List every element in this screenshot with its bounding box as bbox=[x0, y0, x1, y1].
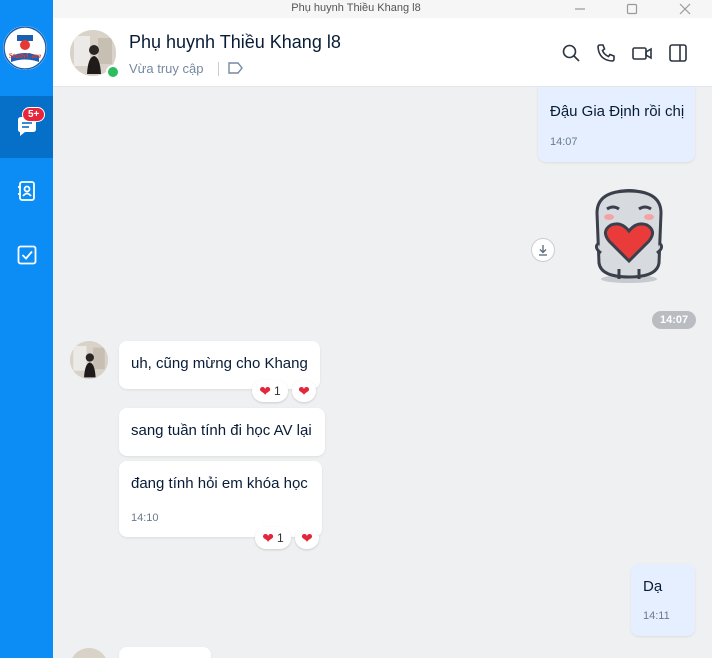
online-status-dot bbox=[106, 65, 120, 79]
message-incoming[interactable] bbox=[119, 647, 211, 658]
reaction-summary[interactable]: ❤ 1 bbox=[252, 380, 288, 402]
reaction-count: 1 bbox=[277, 531, 284, 545]
heart-icon: ❤ bbox=[301, 530, 313, 546]
window-title: Phụ huynh Thiều Khang l8 bbox=[291, 2, 421, 14]
download-icon[interactable] bbox=[531, 238, 555, 262]
header-divider bbox=[218, 62, 219, 76]
message-text: Đậu Gia Định rồi chị bbox=[550, 103, 685, 120]
reaction-summary[interactable]: ❤ 1 bbox=[255, 527, 291, 549]
search-icon[interactable] bbox=[560, 42, 582, 64]
message-text: đang tính hỏi em khóa học bbox=[131, 475, 308, 492]
contact-status: Vừa truy cập bbox=[129, 61, 204, 76]
message-time: 14:11 bbox=[643, 610, 670, 622]
maximize-icon[interactable] bbox=[617, 0, 647, 18]
message-incoming[interactable]: sang tuần tính đi học AV lại bbox=[119, 408, 325, 456]
heart-icon: ❤ bbox=[262, 530, 275, 546]
nav-contacts[interactable] bbox=[0, 160, 53, 222]
message-text: sang tuần tính đi học AV lại bbox=[131, 422, 312, 439]
message-list[interactable]: Đậu Gia Định rồi chị 14:07 14:07 uh, cũn… bbox=[53, 87, 712, 658]
window-titlebar: Phụ huynh Thiều Khang l8 bbox=[0, 0, 712, 19]
react-button[interactable]: ❤ bbox=[292, 380, 316, 402]
react-button[interactable]: ❤ bbox=[295, 527, 319, 549]
chat-header: Phụ huynh Thiều Khang l8 Vừa truy cập bbox=[53, 18, 712, 87]
nav-messages[interactable]: 5+ bbox=[0, 96, 53, 158]
nav-rail: StudyCare 5+ bbox=[0, 0, 53, 658]
tag-icon[interactable] bbox=[227, 60, 245, 81]
sidebar-toggle-icon[interactable] bbox=[667, 42, 689, 64]
reaction-count: 1 bbox=[274, 384, 281, 398]
heart-icon: ❤ bbox=[298, 383, 310, 399]
message-incoming[interactable]: đang tính hỏi em khóa học 14:10 bbox=[119, 461, 322, 537]
message-text: uh, cũng mừng cho Khang bbox=[131, 355, 308, 372]
phone-call-icon[interactable] bbox=[595, 42, 617, 64]
close-icon[interactable] bbox=[670, 0, 700, 18]
sender-avatar[interactable] bbox=[70, 341, 108, 379]
message-text: Dạ bbox=[643, 578, 663, 595]
contact-name[interactable]: Phụ huynh Thiều Khang l8 bbox=[129, 32, 341, 53]
message-time: 14:07 bbox=[550, 136, 578, 148]
message-incoming[interactable]: uh, cũng mừng cho Khang bbox=[119, 341, 320, 389]
sender-avatar[interactable] bbox=[70, 648, 108, 658]
message-outgoing[interactable]: Dạ 14:11 bbox=[631, 564, 695, 636]
sticker-time: 14:07 bbox=[652, 311, 697, 329]
message-outgoing[interactable]: Đậu Gia Định rồi chị 14:07 bbox=[538, 87, 695, 162]
svg-text:StudyCare: StudyCare bbox=[9, 52, 41, 60]
message-time: 14:10 bbox=[131, 512, 159, 524]
nav-todo[interactable] bbox=[0, 224, 53, 286]
unread-badge: 5+ bbox=[22, 107, 46, 122]
checkbox-icon bbox=[17, 245, 36, 265]
sticker-heart-blob[interactable] bbox=[583, 183, 675, 285]
minimize-icon[interactable] bbox=[565, 0, 595, 18]
heart-icon: ❤ bbox=[259, 383, 272, 399]
contacts-book-icon bbox=[17, 181, 35, 201]
video-call-icon[interactable] bbox=[631, 42, 653, 64]
app-logo[interactable]: StudyCare bbox=[3, 26, 47, 70]
